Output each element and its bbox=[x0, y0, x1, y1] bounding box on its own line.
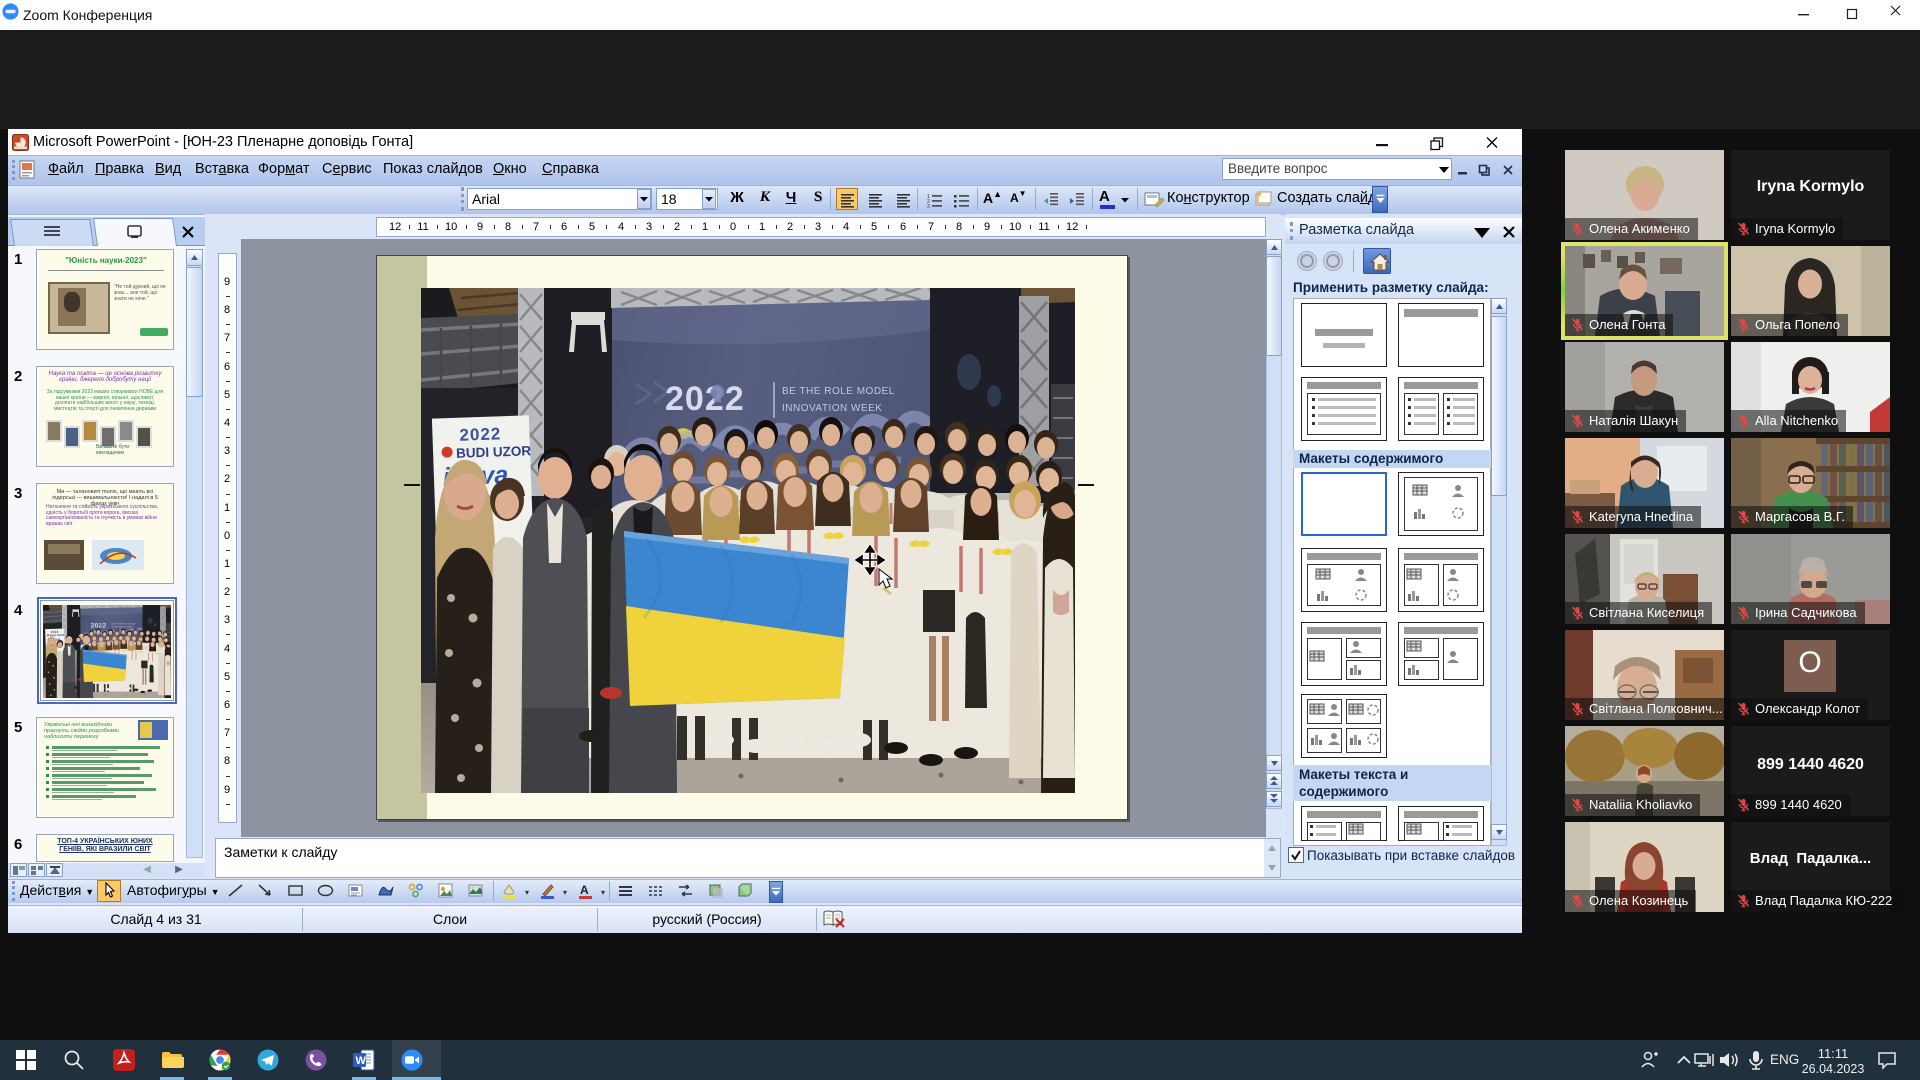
svg-text:INNOVATION WEEK: INNOVATION WEEK bbox=[782, 403, 882, 414]
svg-text:3: 3 bbox=[927, 204, 930, 210]
svg-text:BE THE ROLE MODEL: BE THE ROLE MODEL bbox=[782, 386, 895, 397]
svg-text:2022: 2022 bbox=[665, 380, 745, 418]
svg-text:2022: 2022 bbox=[91, 623, 107, 630]
svg-text:W: W bbox=[356, 1055, 367, 1067]
svg-text:2022: 2022 bbox=[50, 630, 58, 634]
svg-text:BUDI UZOR: BUDI UZOR bbox=[456, 443, 532, 461]
svg-text:A: A bbox=[580, 883, 589, 897]
svg-text:2022: 2022 bbox=[459, 424, 501, 444]
svg-text:BE THE ROLE MODEL: BE THE ROLE MODEL bbox=[114, 624, 136, 626]
